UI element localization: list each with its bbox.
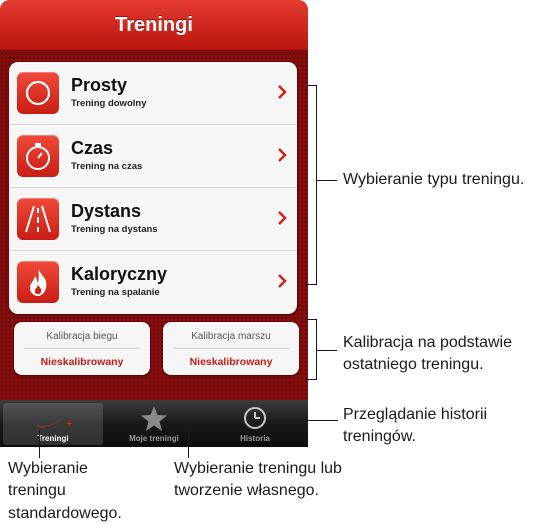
workout-title: Czas [71, 138, 114, 158]
callout-custom: Wybieranie treningu lub tworzenie własne… [174, 460, 342, 500]
walk-calibration-button[interactable]: Kalibracja marszu Nieskalibrowany [163, 322, 299, 375]
flame-icon [17, 261, 59, 303]
tab-label: Moje treningi [129, 434, 179, 443]
bracket-line [316, 85, 317, 285]
stopwatch-icon [17, 135, 59, 177]
callout-leader [39, 430, 40, 458]
workout-row-time[interactable]: Czas Trening na czas [9, 125, 297, 188]
callout-calibration: Kalibracja na podstawie ostatniego treni… [343, 334, 512, 374]
workout-type-list: Prosty Trening dowolny Czas Trening na c… [9, 62, 297, 314]
nike-swoosh-icon: + [37, 417, 72, 430]
workout-row-calorie[interactable]: Kaloryczny Trening na spalanie [9, 251, 297, 313]
workout-subtitle: Trening na dystans [71, 224, 158, 235]
run-calibration-button[interactable]: Kalibracja biegu Nieskalibrowany [14, 322, 150, 375]
circle-icon [17, 72, 59, 114]
road-icon [17, 198, 59, 240]
tab-history[interactable]: Historia [205, 403, 305, 445]
callout-workout-type: Wybieranie typu treningu. [343, 171, 525, 188]
workout-subtitle: Trening dowolny [71, 98, 147, 109]
chevron-right-icon [278, 211, 287, 225]
workout-title: Dystans [71, 201, 142, 221]
nike-plus-screen: Treningi Prosty Trening dowolny Czas Tre… [0, 0, 308, 447]
tab-my-workouts[interactable]: Moje treningi [104, 403, 204, 445]
page-title: Treningi [115, 13, 193, 36]
workout-title: Kaloryczny [71, 264, 168, 284]
workout-title: Prosty [71, 75, 128, 95]
workout-subtitle: Trening na czas [71, 161, 143, 172]
bracket-line [305, 379, 317, 380]
chevron-right-icon [278, 274, 287, 288]
star-icon [141, 406, 167, 431]
tab-label: Historia [240, 434, 270, 443]
callout-leader [317, 180, 337, 181]
svg-text:+: + [66, 418, 72, 430]
chevron-right-icon [278, 148, 287, 162]
calibration-label: Kalibracja marszu [191, 331, 271, 342]
callout-leader [317, 350, 337, 351]
calibration-status: Nieskalibrowany [189, 356, 273, 368]
callout-history: Przeglądanie historii treningów. [343, 406, 488, 446]
chevron-right-icon [278, 85, 287, 99]
callout-leader [271, 420, 338, 421]
workout-row-distance[interactable]: Dystans Trening na dystans [9, 188, 297, 251]
workout-row-basic[interactable]: Prosty Trening dowolny [9, 62, 297, 125]
divider [24, 348, 140, 349]
title-bar: Treningi [0, 0, 308, 51]
divider [173, 348, 289, 349]
tab-label: Treningi [37, 434, 69, 443]
callout-leader [188, 424, 189, 458]
tab-bar: + Treningi Moje treningi Historia [0, 400, 308, 447]
tab-workouts[interactable]: + Treningi [3, 403, 103, 445]
clock-icon [244, 407, 266, 429]
callout-standard: Wybieranie treningu standardowego. [8, 460, 122, 522]
calibration-status: Nieskalibrowany [40, 356, 124, 368]
workout-subtitle: Trening na spalanie [71, 287, 160, 298]
calibration-label: Kalibracja biegu [46, 331, 118, 342]
bracket-line [305, 284, 317, 285]
